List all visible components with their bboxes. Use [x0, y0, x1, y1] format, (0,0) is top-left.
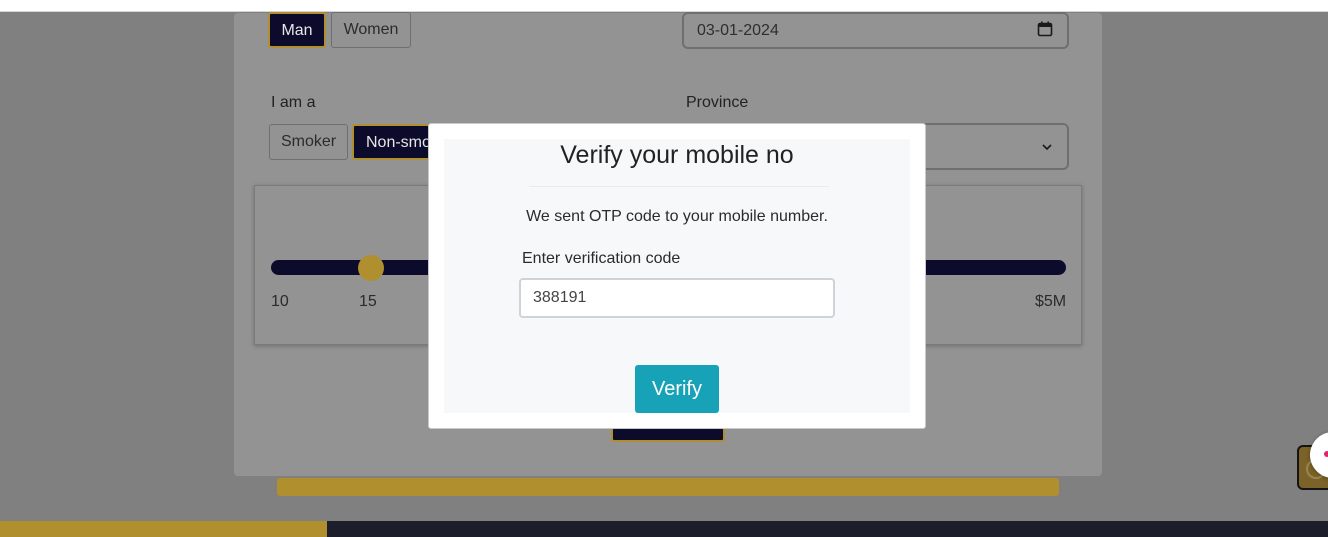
smoker-label: I am a	[271, 94, 316, 111]
slider-thumb-label: 15	[359, 293, 377, 310]
chat-badge-icon	[1324, 451, 1328, 457]
date-value: 03-01-2024	[697, 22, 779, 39]
calendar-icon[interactable]	[1037, 21, 1053, 42]
footer-gold-band	[0, 521, 327, 537]
verification-code-input[interactable]	[519, 278, 835, 318]
verify-button[interactable]: Verify	[635, 365, 719, 413]
modal-divider	[529, 186, 829, 187]
browser-top-strip	[0, 0, 1328, 12]
gold-progress-bar	[277, 478, 1059, 496]
slider-thumb[interactable]	[358, 255, 384, 281]
smoker-button[interactable]: Smoker	[269, 124, 348, 160]
gender-women-button[interactable]: Women	[331, 12, 411, 48]
slider-max-label: $5M	[1035, 293, 1067, 310]
modal-title: Verify your mobile no	[560, 141, 794, 169]
modal-body: Verify your mobile no We sent OTP code t…	[444, 139, 910, 413]
date-field[interactable]: 03-01-2024	[682, 12, 1069, 49]
province-label: Province	[686, 94, 749, 111]
verification-code-label: Enter verification code	[522, 250, 681, 267]
slider-min-label: 10	[271, 293, 289, 310]
footer-dark-band	[327, 521, 1328, 537]
gender-man-button[interactable]: Man	[268, 12, 326, 48]
modal-message: We sent OTP code to your mobile number.	[526, 208, 828, 225]
chevron-down-icon	[1041, 140, 1053, 158]
verify-modal: Verify your mobile no We sent OTP code t…	[428, 123, 926, 429]
